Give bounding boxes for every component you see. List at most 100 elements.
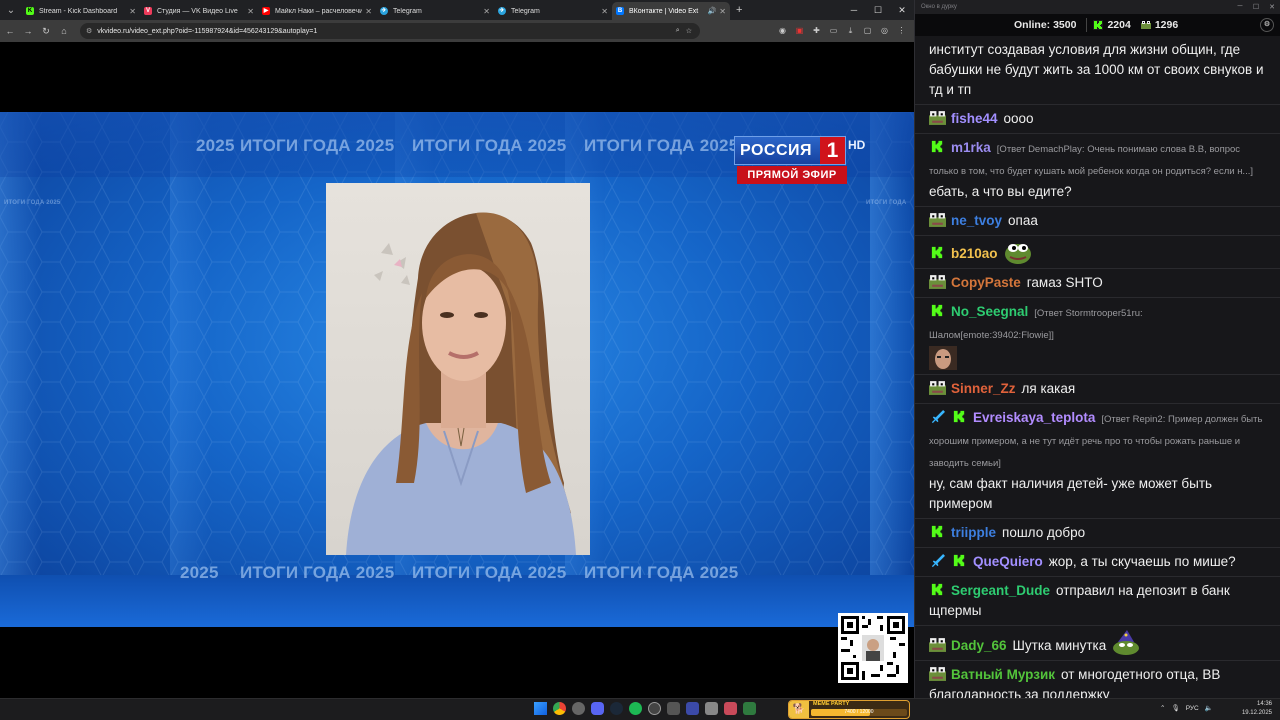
tab-1[interactable]: V Студия — VK Видео Live ✕ bbox=[140, 2, 258, 20]
tab-3[interactable]: ✈ Telegram ✕ bbox=[376, 2, 494, 20]
close-tab-icon[interactable]: ✕ bbox=[483, 7, 490, 16]
banner-text: ИТОГИ ГОДА 2025 bbox=[412, 136, 567, 155]
microphone-icon[interactable]: 🎙 bbox=[1171, 704, 1179, 712]
kick-badge-icon bbox=[930, 582, 945, 597]
banner-text: ИТОГИ ГОДА 2025 bbox=[240, 136, 395, 155]
chat-message: институт создавая условия для жизни общи… bbox=[915, 36, 1280, 105]
obs-icon[interactable] bbox=[648, 702, 661, 715]
maximize-icon[interactable]: ☐ bbox=[1248, 3, 1264, 11]
app-icon[interactable] bbox=[686, 702, 699, 715]
start-windows-icon[interactable] bbox=[534, 702, 547, 715]
tab-2[interactable]: ▶ Майкл Наки – расчеловечиван ✕ bbox=[258, 2, 376, 20]
pepe-sub-badge-icon bbox=[929, 111, 946, 125]
chat-username[interactable]: Ватный Мурзик bbox=[951, 667, 1055, 682]
zoom-icon[interactable]: ⌕ bbox=[676, 27, 680, 35]
chat-message-text: опаа bbox=[1008, 213, 1038, 228]
banner-text: ИТОГИ ГОДА 2025 bbox=[412, 563, 567, 582]
chat-username[interactable]: fishe44 bbox=[951, 111, 998, 126]
menu-icon[interactable]: ⋮ bbox=[893, 26, 910, 36]
chat-message-text: ля какая bbox=[1021, 381, 1076, 396]
close-tab-icon[interactable]: ✕ bbox=[719, 7, 726, 16]
banner-text-small: ИТОГИ ГОДА bbox=[866, 200, 907, 206]
minimize-icon[interactable]: ─ bbox=[842, 0, 866, 20]
chat-username[interactable]: Sergeant_Dude bbox=[951, 583, 1050, 598]
tab-5-active[interactable]: В ВКонтакте | Video Ext 🔊 ✕ bbox=[612, 2, 730, 20]
language-indicator[interactable]: РУС bbox=[1186, 705, 1199, 712]
chat-username[interactable]: No_Seegnal bbox=[951, 304, 1028, 319]
steam-icon[interactable] bbox=[610, 702, 623, 715]
minimize-icon[interactable]: ─ bbox=[1232, 3, 1248, 11]
settings-gear-icon[interactable]: ⚙ bbox=[1260, 18, 1274, 32]
forward-icon[interactable]: → bbox=[20, 26, 36, 36]
extensions-puzzle-icon[interactable]: ✚ bbox=[808, 26, 825, 36]
maximize-icon[interactable]: ☐ bbox=[866, 0, 890, 20]
pepe-sub-badge-icon bbox=[929, 381, 946, 395]
tab-0[interactable]: K Stream - Kick Dashboard ✕ bbox=[22, 2, 140, 20]
active-app-icon[interactable] bbox=[724, 702, 737, 715]
tab-search-icon[interactable]: ⌄ bbox=[0, 0, 22, 20]
banner-year: 2025 bbox=[196, 136, 235, 155]
profile-icon[interactable]: ◎ bbox=[876, 26, 893, 36]
chat-message-list[interactable]: институт создавая условия для жизни общи… bbox=[915, 36, 1280, 698]
meme-party-widget[interactable]: 🐕 MEME PARTY 7400 / 12000 bbox=[788, 700, 910, 719]
home-icon[interactable]: ⌂ bbox=[56, 26, 72, 36]
banner-year: 2025 bbox=[180, 563, 219, 582]
discord-icon[interactable] bbox=[591, 702, 604, 715]
chat-message: fishe44 оооо bbox=[915, 105, 1280, 134]
pepe-sub-badge-icon bbox=[929, 275, 946, 289]
chat-username[interactable]: QueQuiero bbox=[973, 554, 1043, 569]
chat-username[interactable]: Dady_66 bbox=[951, 638, 1007, 653]
download-icon[interactable]: ⤓ bbox=[842, 26, 859, 36]
chat-username[interactable]: Evreiskaya_teplota bbox=[973, 410, 1095, 425]
moderator-sword-badge-icon bbox=[931, 409, 945, 424]
chat-message: Ватный Мурзик от многодетного отца, ВВ бл… bbox=[915, 661, 1280, 698]
close-tab-icon[interactable]: ✕ bbox=[601, 7, 608, 16]
app-icon[interactable] bbox=[705, 702, 718, 715]
chat-username[interactable]: ne_tvoy bbox=[951, 213, 1002, 228]
site-info-icon[interactable]: ⚙ bbox=[86, 27, 92, 35]
chrome-icon[interactable] bbox=[553, 702, 566, 715]
chat-message-text: жор, а ты скучаешь по мише? bbox=[1048, 554, 1236, 569]
sidepanel-icon[interactable]: ▭ bbox=[825, 26, 842, 36]
close-tab-icon[interactable]: ✕ bbox=[129, 7, 136, 16]
video-player[interactable]: 2025 ИТОГИ ГОДА 2025 ИТОГИ ГОДА 2025 ИТО… bbox=[0, 112, 914, 627]
chat-message: Dady_66 Шутка минутка bbox=[915, 626, 1280, 661]
chat-username[interactable]: m1rka bbox=[951, 140, 991, 155]
back-icon[interactable]: ← bbox=[2, 26, 18, 36]
kick-viewer-count: 2204 bbox=[1107, 19, 1131, 31]
chat-message-text: оооо bbox=[1003, 111, 1034, 126]
studio-pillar bbox=[870, 112, 910, 627]
tab-title: ВКонтакте | Video Ext bbox=[629, 7, 699, 15]
telegram-favicon-icon: ✈ bbox=[498, 7, 506, 15]
pepe-sub-badge-icon bbox=[929, 638, 946, 652]
channel-number: 1 bbox=[820, 137, 845, 164]
clock[interactable]: 14:36 19.12.2025 bbox=[1240, 700, 1272, 718]
reload-icon[interactable]: ↻ bbox=[38, 26, 54, 37]
bookmark-star-icon[interactable]: ☆ bbox=[686, 27, 692, 35]
audio-playing-icon[interactable]: 🔊 bbox=[708, 7, 717, 15]
close-window-icon[interactable]: ✕ bbox=[1264, 3, 1280, 11]
address-bar[interactable]: ⚙ vkvideo.ru/video_ext.php?oid=-11598792… bbox=[80, 23, 700, 39]
chat-username[interactable]: b210ao bbox=[951, 246, 998, 261]
close-tab-icon[interactable]: ✕ bbox=[247, 7, 254, 16]
studio-pillar bbox=[0, 112, 40, 627]
chat-message: No_Seegnal [Ответ Stormtrooper51ru: Шалом… bbox=[915, 298, 1280, 375]
app-icon[interactable] bbox=[572, 702, 585, 715]
spotify-icon[interactable] bbox=[629, 702, 642, 715]
banner-text-small: ИТОГИ ГОДА 2025 bbox=[4, 200, 61, 206]
chat-username[interactable]: Sinner_Zz bbox=[951, 381, 1016, 396]
close-window-icon[interactable]: ✕ bbox=[890, 0, 914, 20]
extension-icon[interactable]: ▣ bbox=[791, 26, 808, 36]
chat-username[interactable]: CopyPaste bbox=[951, 275, 1021, 290]
app-icon[interactable] bbox=[667, 702, 680, 715]
extension-icon[interactable]: ◉ bbox=[774, 26, 791, 36]
chevron-up-icon[interactable]: ⌃ bbox=[1160, 704, 1165, 712]
new-tab-icon[interactable]: + bbox=[736, 4, 742, 16]
speaker-icon[interactable]: 🔈 bbox=[1205, 704, 1213, 712]
app-icon[interactable] bbox=[743, 702, 756, 715]
chat-window-titlebar: Окно в дурку ─ ☐ ✕ bbox=[915, 0, 1280, 14]
chat-username[interactable]: triipple bbox=[951, 525, 996, 540]
tab-search-icon[interactable]: ▢ bbox=[859, 26, 876, 36]
tab-4[interactable]: ✈ Telegram ✕ bbox=[494, 2, 612, 20]
close-tab-icon[interactable]: ✕ bbox=[365, 7, 372, 16]
